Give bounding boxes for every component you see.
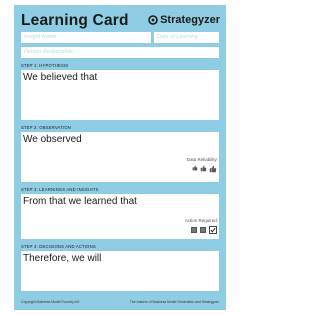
data-reliability-rating[interactable] <box>192 165 217 173</box>
person-field[interactable]: Person Responsible <box>21 47 219 58</box>
card-title: Learning Card <box>21 12 129 29</box>
step-4-heading: Therefore, we will <box>21 251 106 266</box>
checkbox-icon[interactable] <box>191 227 197 233</box>
step-1-heading: We believed that <box>21 70 102 85</box>
step-2-heading: We observed <box>21 132 86 147</box>
footer-tagline: The makers of Business Model Generation … <box>129 300 219 304</box>
checkbox-icon[interactable] <box>209 226 217 234</box>
brand: Strategyzer <box>148 14 220 26</box>
step-2-label: STEP 2: OBSERVATION <box>21 125 72 130</box>
brand-name: Strategyzer <box>160 14 220 26</box>
step-1-label: STEP 1: HYPOTHESIS <box>21 63 69 68</box>
date-placeholder: Date of Learning <box>157 34 198 40</box>
learning-card: Learning Card Strategyzer Insight Name D… <box>14 5 226 310</box>
thumbs-up-icon[interactable] <box>209 165 217 173</box>
insight-name-placeholder: Insight Name <box>24 34 57 40</box>
check-mark-icon <box>210 227 216 233</box>
person-placeholder: Person Responsible <box>24 49 74 55</box>
thumbs-up-icon[interactable] <box>200 165 207 172</box>
footer-copyright: Copyright Business Model Foundry AG <box>21 300 80 304</box>
action-required-options[interactable] <box>191 226 217 234</box>
date-field[interactable]: Date of Learning <box>154 32 219 43</box>
step-3-heading: From that we learned that <box>21 194 141 209</box>
thumbs-up-icon[interactable] <box>192 165 198 171</box>
data-reliability-label: Data Reliability: <box>186 157 218 162</box>
action-required-label: Action Required: <box>184 218 218 223</box>
step-3-label: STEP 3: LEARNINGS AND INSIGHTS <box>21 187 99 192</box>
insight-name-field[interactable]: Insight Name <box>21 32 151 43</box>
checkbox-icon[interactable] <box>200 227 206 233</box>
strategyzer-logo-icon <box>148 15 158 25</box>
step-4-label: STEP 4: DECISIONS AND ACTIONS <box>21 244 96 249</box>
